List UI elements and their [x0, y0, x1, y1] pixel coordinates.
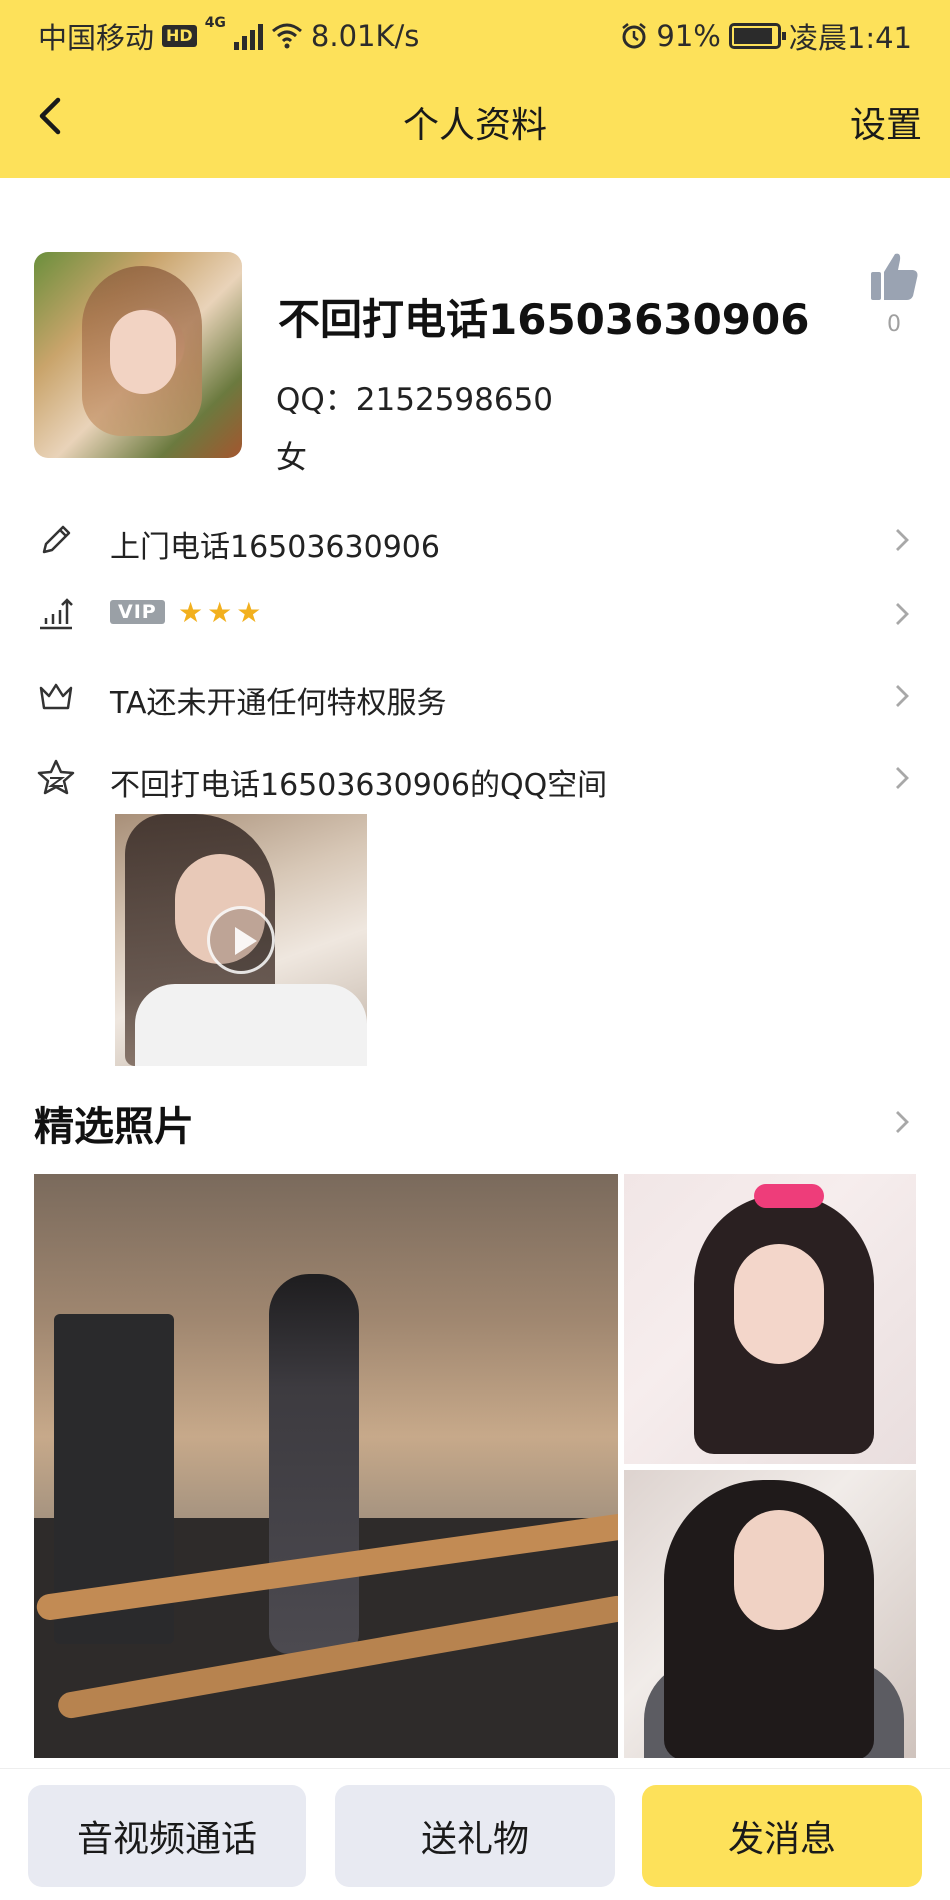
star-icon: ★: [236, 596, 262, 629]
profile-qq: QQ：2152598650: [276, 382, 554, 418]
privilege-text: TA还未开通任何特权服务: [110, 686, 447, 721]
network-speed: 8.01K/s: [310, 19, 420, 53]
profile-name: 不回打电话16503630906: [278, 295, 810, 344]
row-signature[interactable]: 上门电话16503630906: [0, 504, 950, 574]
network-type: 4G: [204, 15, 226, 31]
carrier-text: 中国移动: [38, 21, 155, 55]
chevron-right-icon[interactable]: [890, 1108, 914, 1136]
chevron-right-icon: [896, 529, 909, 551]
featured-photo-gym[interactable]: [34, 1174, 618, 1758]
av-call-button[interactable]: 音视频通话: [28, 1785, 306, 1887]
play-icon[interactable]: [207, 906, 275, 974]
star-outline-icon: [37, 759, 75, 795]
top-bar: 中国移动 HD 4G 8.01K/s 91% 凌晨1:41 个人资料 设置: [0, 0, 950, 178]
like-count: 0: [887, 312, 901, 337]
battery-percent: 91%: [656, 19, 721, 53]
status-bar: 中国移动 HD 4G 8.01K/s 91% 凌晨1:41: [0, 0, 950, 66]
chevron-right-icon: [896, 767, 909, 789]
wifi-icon: [271, 23, 302, 49]
profile-gender: 女: [276, 440, 307, 476]
crown-icon: [39, 683, 73, 710]
send-gift-button[interactable]: 送礼物: [335, 1785, 615, 1887]
row-qzone[interactable]: 不回打电话16503630906的QQ空间: [0, 742, 950, 812]
signal-icon: [233, 22, 263, 50]
avatar[interactable]: [34, 252, 242, 458]
qzone-text: 不回打电话16503630906的QQ空间: [110, 768, 608, 803]
star-icon: ★: [178, 596, 204, 629]
row-privilege[interactable]: TA还未开通任何特权服务: [0, 660, 950, 730]
like-button[interactable]: 0: [864, 250, 924, 337]
thumbs-up-icon: [871, 253, 918, 300]
vip-stars: ★ ★ ★: [178, 598, 261, 628]
star-icon: ★: [207, 596, 233, 629]
row-vip-level[interactable]: VIP ★ ★ ★: [0, 578, 950, 648]
alarm-icon: [622, 23, 647, 49]
signature-text: 上门电话16503630906: [110, 530, 440, 565]
nav-bar: 个人资料 设置: [0, 66, 950, 178]
level-chart-icon: [40, 598, 73, 630]
featured-photo-peace[interactable]: [624, 1470, 916, 1758]
battery-icon: [728, 23, 786, 49]
bottom-action-bar: 音视频通话 送礼物 发消息: [0, 1768, 950, 1900]
chevron-right-icon: [896, 603, 909, 625]
send-message-button[interactable]: 发消息: [642, 1785, 922, 1887]
page-title: 个人资料: [402, 105, 547, 146]
chevron-right-icon: [896, 685, 909, 707]
hd-badge: HD: [162, 25, 197, 47]
vip-badge: VIP: [110, 600, 165, 624]
video-thumbnail[interactable]: [115, 814, 367, 1066]
settings-link[interactable]: 设置: [850, 96, 922, 148]
clock: 凌晨1:41: [788, 21, 912, 55]
pencil-icon: [42, 525, 71, 554]
featured-photos-title: 精选照片: [34, 1104, 194, 1150]
featured-photo-selfie[interactable]: [624, 1174, 916, 1464]
